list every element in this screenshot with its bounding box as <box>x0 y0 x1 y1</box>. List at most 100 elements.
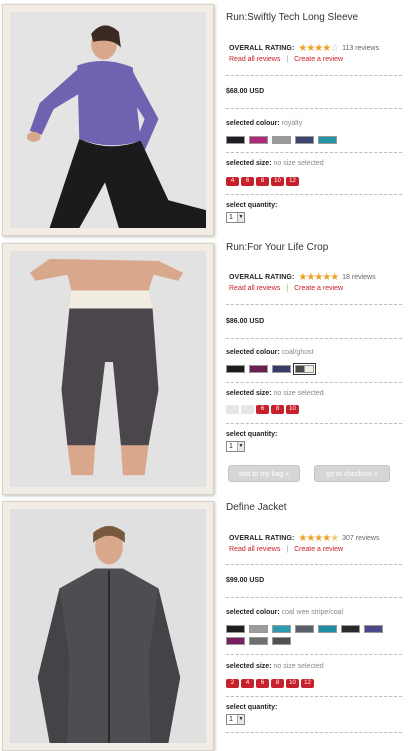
product-info: Run:Swiftly Tech Long Sleeve OVERALL RAT… <box>226 0 404 240</box>
colour-label-row: selected colour: coal wee stripe/coal <box>226 609 343 616</box>
product-title[interactable]: Run:Swiftly Tech Long Sleeve <box>226 12 358 23</box>
product-title[interactable]: Run:For Your Life Crop <box>226 242 328 253</box>
divider <box>226 696 402 697</box>
colour-swatch[interactable] <box>272 136 291 144</box>
separator: | <box>286 285 289 292</box>
reviews-count: 307 reviews <box>342 535 380 542</box>
divider <box>226 597 402 598</box>
dropdown-arrow-icon: ▼ <box>237 213 244 222</box>
jacket-illustration <box>10 509 206 743</box>
rating-row: OVERALL RATING: ★★★★★ 307 reviews <box>229 533 380 544</box>
colour-swatch[interactable] <box>249 637 268 645</box>
read-reviews-link[interactable]: Read all reviews <box>229 546 280 553</box>
colour-label: selected colour: <box>226 609 280 616</box>
create-review-link[interactable]: Create a review <box>294 56 343 63</box>
colour-swatch[interactable] <box>272 625 291 633</box>
size-option[interactable]: 8 <box>271 405 284 414</box>
price: $99.00 USD <box>226 577 265 584</box>
separator: | <box>286 546 289 553</box>
size-value: no size selected <box>273 390 324 397</box>
quantity-label: select quantity: <box>226 202 278 209</box>
colour-swatch[interactable] <box>249 365 268 373</box>
create-review-link[interactable]: Create a review <box>294 546 343 553</box>
add-to-bag-button[interactable]: add to my bag » <box>228 465 300 482</box>
size-label: selected size: <box>226 160 272 167</box>
product-photo-frame <box>2 4 214 236</box>
size-option[interactable]: 8 <box>256 177 269 186</box>
rating-row: OVERALL RATING: ★★★★★ 18 reviews <box>229 272 376 283</box>
colour-label: selected colour: <box>226 349 280 356</box>
size-label-row: selected size: no size selected <box>226 663 324 670</box>
divider <box>226 564 402 565</box>
colour-swatch[interactable] <box>295 625 314 633</box>
size-option[interactable]: 12 <box>286 177 299 186</box>
colour-swatches <box>226 625 386 645</box>
product-photo[interactable] <box>10 12 206 228</box>
colour-swatch[interactable] <box>364 625 383 633</box>
colour-swatch[interactable] <box>226 136 245 144</box>
rating-label: OVERALL RATING: <box>229 535 295 542</box>
colour-swatch[interactable] <box>295 136 314 144</box>
quantity-label-row: select quantity: <box>226 704 277 711</box>
size-option[interactable]: 6 <box>241 177 254 186</box>
size-option[interactable]: 10 <box>286 679 299 688</box>
product-photo-frame <box>2 501 214 751</box>
size-option[interactable]: 2 <box>226 679 239 688</box>
product-title[interactable]: Define Jacket <box>226 502 287 513</box>
size-option[interactable]: 4 <box>226 177 239 186</box>
colour-value: coal wee stripe/coal <box>281 609 344 616</box>
divider <box>226 338 402 339</box>
quantity-select[interactable]: 1 ▼ <box>226 441 245 452</box>
colour-swatch[interactable] <box>272 365 291 373</box>
divider <box>226 423 402 424</box>
size-option[interactable]: 12 <box>301 679 314 688</box>
colour-label-row: selected colour: royalty <box>226 120 302 127</box>
colour-swatch[interactable] <box>318 625 337 633</box>
size-option[interactable]: 10 <box>286 405 299 414</box>
divider <box>226 75 402 76</box>
product-card: Define Jacket OVERALL RATING: ★★★★★ 307 … <box>0 496 408 751</box>
size-label-row: selected size: no size selected <box>226 390 324 397</box>
colour-swatch[interactable] <box>249 136 268 144</box>
colour-swatch[interactable] <box>318 136 337 144</box>
colour-swatch[interactable] <box>226 625 245 633</box>
star-rating-icons: ★★★★★ <box>298 272 339 283</box>
product-card: Run:For Your Life Crop OVERALL RATING: ★… <box>0 240 408 496</box>
create-review-link[interactable]: Create a review <box>294 285 343 292</box>
colour-value: royalty <box>281 120 303 127</box>
review-links: Read all reviews | Create a review <box>229 546 343 553</box>
size-label-row: selected size: no size selected <box>226 160 324 167</box>
quantity-select[interactable]: 1 ▼ <box>226 212 245 223</box>
rating-row: OVERALL RATING: ★★★★☆ 113 reviews <box>229 43 379 54</box>
star-rating-icons: ★★★★★ <box>298 533 339 544</box>
product-info: Define Jacket OVERALL RATING: ★★★★★ 307 … <box>226 496 404 751</box>
divider <box>226 654 402 655</box>
colour-swatch[interactable] <box>226 365 245 373</box>
review-links: Read all reviews | Create a review <box>229 285 343 292</box>
size-option[interactable]: 4 <box>241 679 254 688</box>
colour-swatch[interactable] <box>249 625 268 633</box>
size-option[interactable]: 6 <box>256 679 269 688</box>
colour-swatch-selected[interactable] <box>293 363 316 375</box>
colour-value: coal/ghost <box>281 349 314 356</box>
size-option[interactable]: 6 <box>256 405 269 414</box>
quantity-select[interactable]: 1 ▼ <box>226 714 245 725</box>
dropdown-arrow-icon: ▼ <box>237 442 244 451</box>
size-option[interactable]: 10 <box>271 177 284 186</box>
quantity-value: 1 <box>229 443 233 450</box>
checkout-button[interactable]: go to checkout » <box>314 465 390 482</box>
read-reviews-link[interactable]: Read all reviews <box>229 56 280 63</box>
product-photo[interactable] <box>10 251 206 487</box>
read-reviews-link[interactable]: Read all reviews <box>229 285 280 292</box>
runner-illustration <box>10 12 206 228</box>
product-photo[interactable] <box>10 509 206 743</box>
size-option[interactable]: 8 <box>271 679 284 688</box>
colour-swatch[interactable] <box>226 637 245 645</box>
colour-swatch[interactable] <box>272 637 291 645</box>
quantity-label-row: select quantity: <box>226 202 277 209</box>
review-links: Read all reviews | Create a review <box>229 56 343 63</box>
colour-swatches <box>226 363 356 375</box>
quantity-label: select quantity: <box>226 704 278 711</box>
colour-swatch[interactable] <box>341 625 360 633</box>
quantity-value: 1 <box>229 214 233 221</box>
